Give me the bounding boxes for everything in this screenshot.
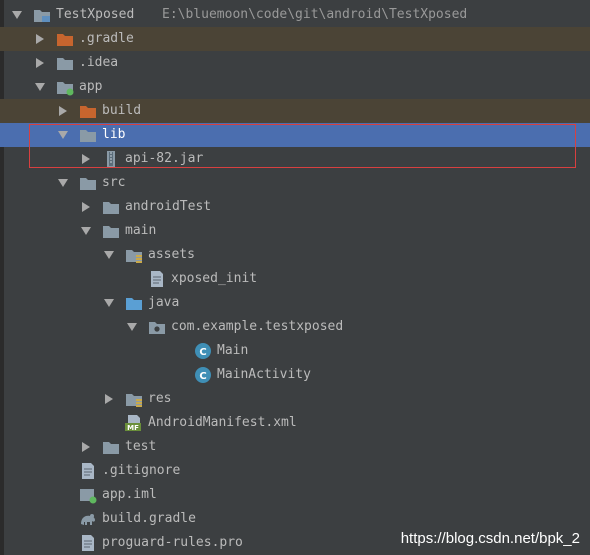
expand-arrow-down-icon[interactable] [57,129,69,141]
tree-node-label: androidTest [125,199,212,214]
tree-node[interactable]: api-82.jar [0,147,590,171]
tree-node-label: proguard-rules.pro [102,535,243,550]
expand-arrow-down-icon[interactable] [103,249,115,261]
grey-folder-icon [79,126,97,144]
tree-node[interactable]: xposed_init [0,267,590,291]
package-icon [148,318,166,336]
tree-node-label: .idea [79,55,119,70]
tree-node[interactable]: res [0,387,590,411]
svg-text:C: C [199,371,206,382]
expand-arrow-down-icon[interactable] [57,177,69,189]
tree-node-label: main [125,223,157,238]
tree-node[interactable]: build [0,99,590,123]
tree-node[interactable]: java [0,291,590,315]
tree-node[interactable]: assets [0,243,590,267]
grey-folder-icon [102,222,120,240]
tree-node-label: src [102,175,126,190]
collapse-arrow-right-icon[interactable] [80,201,92,213]
svg-text:MF: MF [127,424,139,432]
tree-node[interactable]: C MainActivity [0,363,590,387]
tree-node[interactable]: test [0,435,590,459]
collapse-arrow-right-icon[interactable] [80,441,92,453]
expand-arrow-down-icon[interactable] [34,81,46,93]
svg-text:C: C [199,347,206,358]
grey-folder-icon [102,438,120,456]
tree-node-label: res [148,391,172,406]
collapse-arrow-right-icon[interactable] [57,105,69,117]
tree-node-label: TestXposed [56,7,135,22]
tree-node[interactable]: MF AndroidManifest.xml [0,411,590,435]
jar-file-icon [102,150,120,168]
tree-node[interactable]: main [0,219,590,243]
tree-node-label: .gitignore [102,463,181,478]
orange-folder-icon [56,30,74,48]
tree-node[interactable]: app [0,75,590,99]
orange-folder-icon [79,102,97,120]
tree-node-label: build.gradle [102,511,196,526]
tree-node[interactable]: com.example.testxposed [0,315,590,339]
tree-node-label: com.example.testxposed [171,319,344,334]
tree-node[interactable]: build.gradle [0,507,590,531]
expand-arrow-down-icon[interactable] [11,9,23,21]
project-path: E:\bluemoon\code\git\android\TestXposed [162,7,468,22]
module-folder-icon [56,78,74,96]
collapse-arrow-right-icon[interactable] [103,393,115,405]
tree-node[interactable]: .gitignore [0,459,590,483]
expand-arrow-down-icon[interactable] [103,297,115,309]
expand-arrow-down-icon[interactable] [126,321,138,333]
grey-folder-icon [56,54,74,72]
tree-node-label: assets [148,247,195,262]
tree-node[interactable]: androidTest [0,195,590,219]
tree-node[interactable]: .idea [0,51,590,75]
tree-node[interactable]: app.iml [0,483,590,507]
grey-folder-icon [102,198,120,216]
project-tree: TestXposed E:\bluemoon\code\git\android\T… [0,0,590,555]
tree-node-label: app [79,79,103,94]
manifest-file-icon: MF [125,414,143,432]
collapse-arrow-right-icon[interactable] [34,33,46,45]
source-folder-icon [125,294,143,312]
tree-node-label: java [148,295,180,310]
tree-node-label: MainActivity [217,367,311,382]
text-file-icon [79,462,97,480]
class-icon: C [194,342,212,360]
tree-node-label: app.iml [102,487,157,502]
text-file-icon [79,534,97,552]
tree-node[interactable]: C Main [0,339,590,363]
watermark: https://blog.csdn.net/bpk_2 [400,530,580,547]
text-file-icon [148,270,166,288]
tree-node-label: AndroidManifest.xml [148,415,297,430]
tree-node[interactable]: .gradle [0,27,590,51]
resource-folder-icon [125,246,143,264]
expand-arrow-down-icon[interactable] [80,225,92,237]
tree-node-label: api-82.jar [125,151,204,166]
class-icon: C [194,366,212,384]
tree-node-label: build [102,103,142,118]
tree-node-label: Main [217,343,249,358]
resource-folder-icon [125,390,143,408]
tree-node[interactable]: src [0,171,590,195]
gradle-file-icon [79,510,97,528]
tree-node[interactable]: TestXposed E:\bluemoon\code\git\android\T… [0,3,590,27]
tree-node[interactable]: lib [0,123,590,147]
module-file-icon [79,486,97,504]
tree-node-label: xposed_init [171,271,258,286]
collapse-arrow-right-icon[interactable] [80,153,92,165]
tree-node-label: test [125,439,157,454]
collapse-arrow-right-icon[interactable] [34,57,46,69]
project-folder-icon [33,6,51,24]
tree-node-label: lib [102,127,126,142]
tree-node-label: .gradle [79,31,134,46]
grey-folder-icon [79,174,97,192]
